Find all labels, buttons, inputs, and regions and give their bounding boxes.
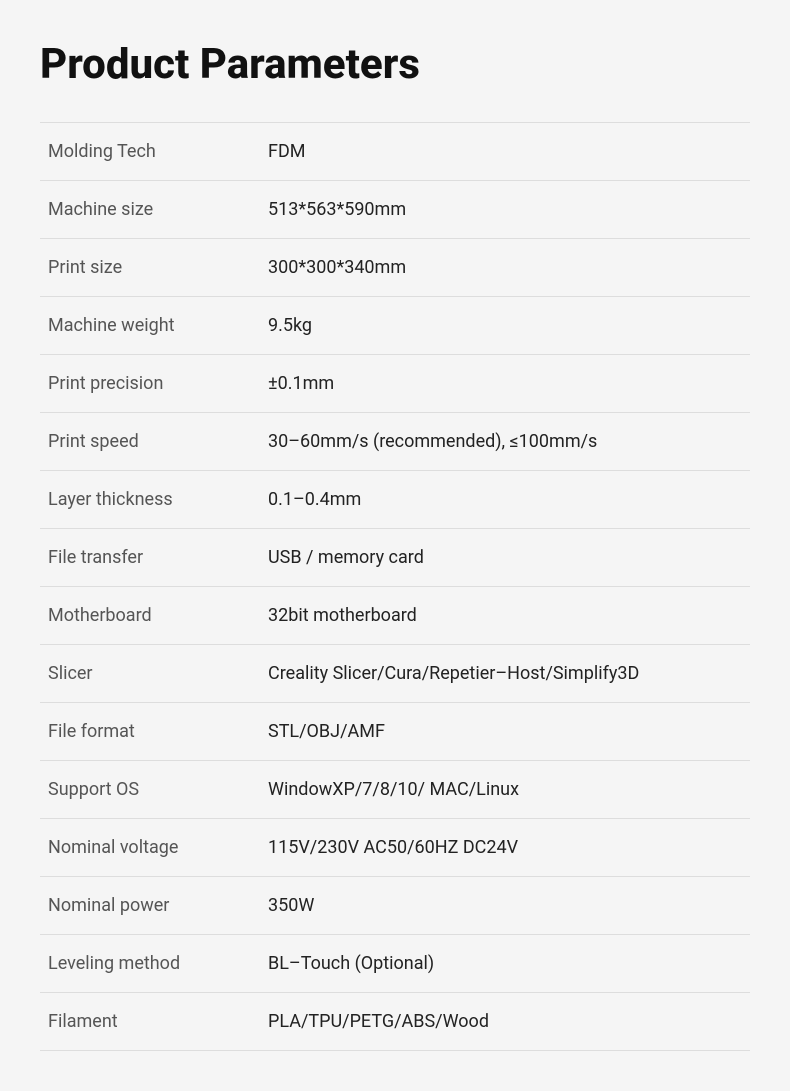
- table-row: Leveling methodBL–Touch (Optional): [40, 935, 750, 993]
- table-row: Print speed30–60mm/s (recommended), ≤100…: [40, 413, 750, 471]
- param-value: 32bit motherboard: [260, 587, 750, 645]
- param-value: PLA/TPU/PETG/ABS/Wood: [260, 993, 750, 1051]
- param-label: Support OS: [40, 761, 260, 819]
- table-row: Motherboard32bit motherboard: [40, 587, 750, 645]
- param-value: 300*300*340mm: [260, 239, 750, 297]
- table-row: Layer thickness0.1–0.4mm: [40, 471, 750, 529]
- table-row: Machine size513*563*590mm: [40, 181, 750, 239]
- table-row: Machine weight9.5kg: [40, 297, 750, 355]
- param-value: 30–60mm/s (recommended), ≤100mm/s: [260, 413, 750, 471]
- table-row: Print size300*300*340mm: [40, 239, 750, 297]
- param-value: WindowXP/7/8/10/ MAC/Linux: [260, 761, 750, 819]
- table-row: File transferUSB / memory card: [40, 529, 750, 587]
- param-value: 115V/230V AC50/60HZ DC24V: [260, 819, 750, 877]
- param-value: BL–Touch (Optional): [260, 935, 750, 993]
- table-row: Support OSWindowXP/7/8/10/ MAC/Linux: [40, 761, 750, 819]
- table-row: Print precision±0.1mm: [40, 355, 750, 413]
- param-value: USB / memory card: [260, 529, 750, 587]
- param-label: Leveling method: [40, 935, 260, 993]
- param-label: Nominal voltage: [40, 819, 260, 877]
- param-label: Molding Tech: [40, 123, 260, 181]
- param-value: ±0.1mm: [260, 355, 750, 413]
- table-row: Molding TechFDM: [40, 123, 750, 181]
- param-label: Filament: [40, 993, 260, 1051]
- page-title: Product Parameters: [40, 40, 750, 90]
- table-row: FilamentPLA/TPU/PETG/ABS/Wood: [40, 993, 750, 1051]
- param-label: Print speed: [40, 413, 260, 471]
- param-value: 513*563*590mm: [260, 181, 750, 239]
- param-label: File transfer: [40, 529, 260, 587]
- param-label: File format: [40, 703, 260, 761]
- param-value: STL/OBJ/AMF: [260, 703, 750, 761]
- param-label: Machine size: [40, 181, 260, 239]
- table-row: Nominal voltage115V/230V AC50/60HZ DC24V: [40, 819, 750, 877]
- table-row: SlicerCreality Slicer/Cura/Repetier–Host…: [40, 645, 750, 703]
- param-label: Slicer: [40, 645, 260, 703]
- product-parameters-table: Molding TechFDMMachine size513*563*590mm…: [40, 122, 750, 1051]
- param-value: Creality Slicer/Cura/Repetier–Host/Simpl…: [260, 645, 750, 703]
- param-value: 9.5kg: [260, 297, 750, 355]
- param-value: 0.1–0.4mm: [260, 471, 750, 529]
- table-row: File formatSTL/OBJ/AMF: [40, 703, 750, 761]
- param-label: Layer thickness: [40, 471, 260, 529]
- param-label: Print precision: [40, 355, 260, 413]
- param-label: Machine weight: [40, 297, 260, 355]
- param-label: Nominal power: [40, 877, 260, 935]
- table-row: Nominal power350W: [40, 877, 750, 935]
- param-label: Print size: [40, 239, 260, 297]
- param-label: Motherboard: [40, 587, 260, 645]
- param-value: FDM: [260, 123, 750, 181]
- param-value: 350W: [260, 877, 750, 935]
